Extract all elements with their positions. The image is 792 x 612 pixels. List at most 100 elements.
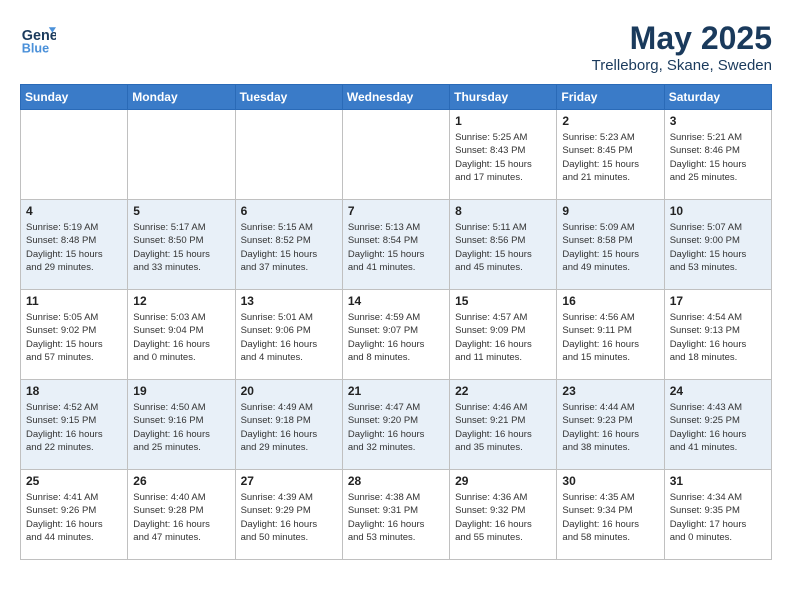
calendar-cell: 25 Sunrise: 4:41 AM Sunset: 9:26 PM Dayli…: [21, 470, 128, 560]
calendar-cell: 5Sunrise: 5:17 AM Sunset: 8:50 PM Daylig…: [128, 200, 235, 290]
day-info: Sunrise: 5:25 AM Sunset: 8:43 PM Dayligh…: [455, 131, 551, 184]
calendar-cell: 7 Sunrise: 5:13 AM Sunset: 8:54 PM Daylig…: [342, 200, 449, 290]
calendar-cell: 13 Sunrise: 5:01 AM Sunset: 9:06 PM Dayli…: [235, 290, 342, 380]
day-number: 22: [455, 384, 551, 398]
day-info: Sunrise: 5:19 AM Sunset: 8:48 PM Dayligh…: [26, 221, 122, 274]
weekday-header-sunday: Sunday: [21, 85, 128, 110]
day-number: 18: [26, 384, 122, 398]
day-number: 26: [133, 474, 229, 488]
day-info: Sunrise: 4:43 AM Sunset: 9:25 PM Dayligh…: [670, 401, 766, 454]
logo: General Blue: [20, 20, 56, 56]
day-info: Sunrise: 5:15 AM Sunset: 8:52 PM Dayligh…: [241, 221, 337, 274]
calendar-week-3: 11Sunrise: 5:05 AM Sunset: 9:02 PM Dayli…: [21, 290, 772, 380]
weekday-header-monday: Monday: [128, 85, 235, 110]
day-number: 31: [670, 474, 766, 488]
calendar-table: SundayMondayTuesdayWednesdayThursdayFrid…: [20, 84, 772, 560]
day-number: 30: [562, 474, 658, 488]
calendar-cell: 11Sunrise: 5:05 AM Sunset: 9:02 PM Dayli…: [21, 290, 128, 380]
calendar-cell: 18 Sunrise: 4:52 AM Sunset: 9:15 PM Dayli…: [21, 380, 128, 470]
day-info: Sunrise: 4:47 AM Sunset: 9:20 PM Dayligh…: [348, 401, 444, 454]
day-info: Sunrise: 4:46 AM Sunset: 9:21 PM Dayligh…: [455, 401, 551, 454]
calendar-cell: 27Sunrise: 4:39 AM Sunset: 9:29 PM Dayli…: [235, 470, 342, 560]
day-number: 27: [241, 474, 337, 488]
calendar-cell: 22 Sunrise: 4:46 AM Sunset: 9:21 PM Dayli…: [450, 380, 557, 470]
day-number: 28: [348, 474, 444, 488]
day-number: 19: [133, 384, 229, 398]
day-number: 25: [26, 474, 122, 488]
calendar-cell: 17 Sunrise: 4:54 AM Sunset: 9:13 PM Dayli…: [664, 290, 771, 380]
weekday-header-thursday: Thursday: [450, 85, 557, 110]
day-number: 6: [241, 204, 337, 218]
day-info: Sunrise: 4:44 AM Sunset: 9:23 PM Dayligh…: [562, 401, 658, 454]
day-number: 29: [455, 474, 551, 488]
svg-text:Blue: Blue: [22, 41, 49, 55]
calendar-week-2: 4 Sunrise: 5:19 AM Sunset: 8:48 PM Daylig…: [21, 200, 772, 290]
calendar-cell: 14Sunrise: 4:59 AM Sunset: 9:07 PM Dayli…: [342, 290, 449, 380]
weekday-header-friday: Friday: [557, 85, 664, 110]
day-number: 4: [26, 204, 122, 218]
weekday-header-wednesday: Wednesday: [342, 85, 449, 110]
day-info: Sunrise: 4:52 AM Sunset: 9:15 PM Dayligh…: [26, 401, 122, 454]
day-number: 17: [670, 294, 766, 308]
day-number: 2: [562, 114, 658, 128]
day-info: Sunrise: 4:49 AM Sunset: 9:18 PM Dayligh…: [241, 401, 337, 454]
title-block: May 2025 Trelleborg, Skane, Sweden: [592, 20, 772, 74]
day-info: Sunrise: 4:54 AM Sunset: 9:13 PM Dayligh…: [670, 311, 766, 364]
calendar-cell: 10Sunrise: 5:07 AM Sunset: 9:00 PM Dayli…: [664, 200, 771, 290]
day-info: Sunrise: 4:50 AM Sunset: 9:16 PM Dayligh…: [133, 401, 229, 454]
day-number: 8: [455, 204, 551, 218]
calendar-cell: [128, 110, 235, 200]
calendar-cell: 1Sunrise: 5:25 AM Sunset: 8:43 PM Daylig…: [450, 110, 557, 200]
day-number: 20: [241, 384, 337, 398]
day-info: Sunrise: 4:59 AM Sunset: 9:07 PM Dayligh…: [348, 311, 444, 364]
location: Trelleborg, Skane, Sweden: [592, 57, 772, 74]
day-info: Sunrise: 5:21 AM Sunset: 8:46 PM Dayligh…: [670, 131, 766, 184]
calendar-cell: 30Sunrise: 4:35 AM Sunset: 9:34 PM Dayli…: [557, 470, 664, 560]
day-info: Sunrise: 5:11 AM Sunset: 8:56 PM Dayligh…: [455, 221, 551, 274]
month-title: May 2025: [592, 20, 772, 57]
weekday-header-saturday: Saturday: [664, 85, 771, 110]
calendar-cell: 2 Sunrise: 5:23 AM Sunset: 8:45 PM Daylig…: [557, 110, 664, 200]
calendar-cell: 19 Sunrise: 4:50 AM Sunset: 9:16 PM Dayli…: [128, 380, 235, 470]
day-info: Sunrise: 4:34 AM Sunset: 9:35 PM Dayligh…: [670, 491, 766, 544]
calendar-cell: 28Sunrise: 4:38 AM Sunset: 9:31 PM Dayli…: [342, 470, 449, 560]
calendar-week-4: 18 Sunrise: 4:52 AM Sunset: 9:15 PM Dayli…: [21, 380, 772, 470]
calendar-cell: 4 Sunrise: 5:19 AM Sunset: 8:48 PM Daylig…: [21, 200, 128, 290]
logo-icon: General Blue: [20, 20, 56, 56]
calendar-cell: [21, 110, 128, 200]
day-info: Sunrise: 5:23 AM Sunset: 8:45 PM Dayligh…: [562, 131, 658, 184]
calendar-cell: 6 Sunrise: 5:15 AM Sunset: 8:52 PM Daylig…: [235, 200, 342, 290]
calendar-header-row: SundayMondayTuesdayWednesdayThursdayFrid…: [21, 85, 772, 110]
day-info: Sunrise: 4:41 AM Sunset: 9:26 PM Dayligh…: [26, 491, 122, 544]
day-number: 16: [562, 294, 658, 308]
day-number: 15: [455, 294, 551, 308]
day-number: 7: [348, 204, 444, 218]
calendar-cell: [235, 110, 342, 200]
day-number: 3: [670, 114, 766, 128]
calendar-cell: 23Sunrise: 4:44 AM Sunset: 9:23 PM Dayli…: [557, 380, 664, 470]
day-number: 11: [26, 294, 122, 308]
day-info: Sunrise: 5:13 AM Sunset: 8:54 PM Dayligh…: [348, 221, 444, 274]
weekday-header-tuesday: Tuesday: [235, 85, 342, 110]
day-info: Sunrise: 4:56 AM Sunset: 9:11 PM Dayligh…: [562, 311, 658, 364]
day-number: 13: [241, 294, 337, 308]
day-number: 12: [133, 294, 229, 308]
calendar-cell: 21Sunrise: 4:47 AM Sunset: 9:20 PM Dayli…: [342, 380, 449, 470]
day-info: Sunrise: 4:40 AM Sunset: 9:28 PM Dayligh…: [133, 491, 229, 544]
calendar-cell: 8 Sunrise: 5:11 AM Sunset: 8:56 PM Daylig…: [450, 200, 557, 290]
day-info: Sunrise: 4:57 AM Sunset: 9:09 PM Dayligh…: [455, 311, 551, 364]
page-header: General Blue May 2025 Trelleborg, Skane,…: [20, 20, 772, 74]
calendar-cell: 20 Sunrise: 4:49 AM Sunset: 9:18 PM Dayli…: [235, 380, 342, 470]
day-info: Sunrise: 4:36 AM Sunset: 9:32 PM Dayligh…: [455, 491, 551, 544]
calendar-body: 1Sunrise: 5:25 AM Sunset: 8:43 PM Daylig…: [21, 110, 772, 560]
day-info: Sunrise: 5:01 AM Sunset: 9:06 PM Dayligh…: [241, 311, 337, 364]
calendar-cell: 31 Sunrise: 4:34 AM Sunset: 9:35 PM Dayli…: [664, 470, 771, 560]
day-number: 5: [133, 204, 229, 218]
day-info: Sunrise: 5:03 AM Sunset: 9:04 PM Dayligh…: [133, 311, 229, 364]
calendar-cell: 9Sunrise: 5:09 AM Sunset: 8:58 PM Daylig…: [557, 200, 664, 290]
calendar-cell: 15 Sunrise: 4:57 AM Sunset: 9:09 PM Dayli…: [450, 290, 557, 380]
calendar-cell: [342, 110, 449, 200]
calendar-week-5: 25 Sunrise: 4:41 AM Sunset: 9:26 PM Dayli…: [21, 470, 772, 560]
calendar-cell: 12 Sunrise: 5:03 AM Sunset: 9:04 PM Dayli…: [128, 290, 235, 380]
calendar-cell: 24Sunrise: 4:43 AM Sunset: 9:25 PM Dayli…: [664, 380, 771, 470]
